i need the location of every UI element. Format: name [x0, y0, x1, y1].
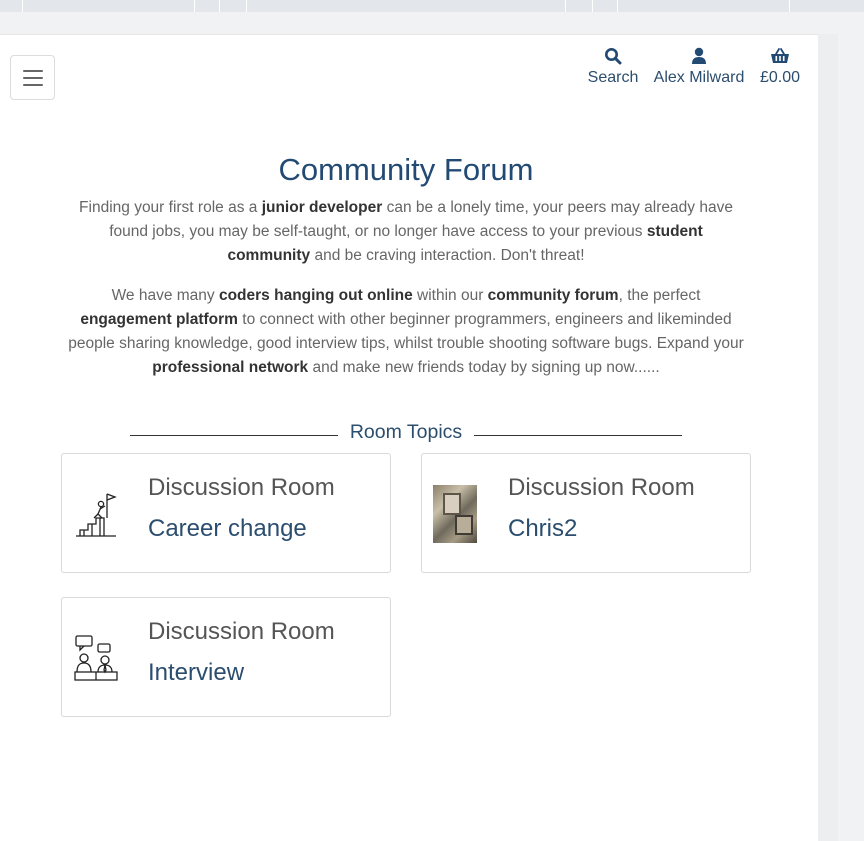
basket-icon	[771, 48, 789, 63]
room-thumbnail-photo	[433, 485, 477, 543]
hamburger-bar	[23, 77, 43, 79]
room-card-interview[interactable]: Discussion Room Interview	[61, 597, 391, 717]
page-title: Community Forum	[278, 152, 534, 187]
search-icon	[605, 48, 622, 65]
strip-divider	[194, 0, 195, 12]
room-card-chris2[interactable]: Discussion Room Chris2	[421, 453, 751, 573]
account-nav-link[interactable]: Alex Milward	[652, 47, 746, 87]
strip-divider	[789, 0, 790, 12]
section-rule-right	[474, 435, 682, 436]
user-name-label: Alex Milward	[653, 69, 745, 86]
room-card-title: Discussion Room	[148, 618, 335, 645]
user-icon	[692, 47, 706, 64]
strip-divider	[22, 0, 23, 12]
section-rule-left	[130, 435, 338, 436]
search-nav-link[interactable]: Search	[586, 47, 640, 87]
scrollbar-track[interactable]	[818, 34, 838, 841]
room-card-name[interactable]: Chris2	[508, 515, 577, 543]
strip-divider	[617, 0, 618, 12]
strip-divider	[592, 0, 593, 12]
hamburger-bar	[23, 84, 43, 86]
room-card-title: Discussion Room	[508, 474, 695, 501]
room-topics-heading: Room Topics	[349, 421, 463, 443]
search-label: Search	[587, 69, 639, 86]
room-card-name[interactable]: Career change	[148, 515, 307, 543]
room-card-title: Discussion Room	[148, 474, 335, 501]
interview-icon	[74, 635, 118, 681]
menu-toggle-button[interactable]	[10, 55, 55, 100]
cart-nav-link[interactable]: £0.00	[756, 47, 804, 87]
intro-paragraph-2: We have many coders hanging out online w…	[68, 287, 744, 376]
intro-paragraph-1: Finding your first role as a junior deve…	[79, 199, 733, 264]
room-card-career-change[interactable]: Discussion Room Career change	[61, 453, 391, 573]
strip-divider	[246, 0, 247, 12]
hamburger-bar	[23, 70, 43, 72]
strip-divider	[565, 0, 566, 12]
cart-total-label: £0.00	[759, 69, 801, 86]
browser-top-strip	[0, 0, 864, 12]
career-ladder-icon	[76, 493, 117, 537]
room-card-name[interactable]: Interview	[148, 659, 244, 687]
strip-divider	[219, 0, 220, 12]
page-content: Search Alex Milward £0.00 Community Foru…	[0, 34, 818, 841]
